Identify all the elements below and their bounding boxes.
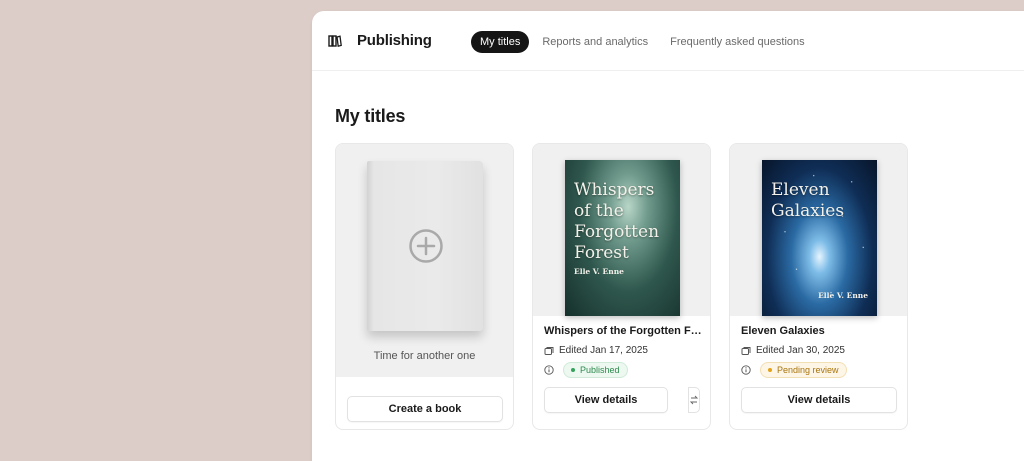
placeholder-book[interactable] xyxy=(367,161,483,331)
info-icon[interactable] xyxy=(544,365,554,375)
swap-icon xyxy=(690,395,698,405)
tab-my-titles[interactable]: My titles xyxy=(471,31,530,53)
book-cover[interactable]: Eleven Galaxies Elle V. Enne xyxy=(762,160,877,316)
card-cover-area: Eleven Galaxies Elle V. Enne xyxy=(730,144,907,316)
status-row: Published xyxy=(544,362,628,378)
book-card: Eleven Galaxies Elle V. Enne Eleven Gala… xyxy=(729,143,908,430)
status-dot xyxy=(571,368,575,372)
edit-history-icon xyxy=(741,346,751,355)
view-details-button[interactable]: View details xyxy=(741,387,897,413)
book-title: Whispers of the Forgotten Fo... xyxy=(544,325,702,337)
status-row: Pending review xyxy=(741,362,847,378)
cover-author: Elle V. Enne xyxy=(818,291,868,300)
status-label: Pending review xyxy=(777,365,839,375)
plus-circle-icon[interactable] xyxy=(408,228,444,264)
edited-row: Edited Jan 30, 2025 xyxy=(741,345,845,356)
book-cover[interactable]: Whispers of the Forgotten Forest Elle V.… xyxy=(565,160,680,316)
app-title: Publishing xyxy=(357,32,432,49)
edited-date: Edited Jan 17, 2025 xyxy=(559,345,648,356)
cover-title: Whispers of the Forgotten Forest xyxy=(574,180,660,263)
status-badge: Published xyxy=(563,362,628,378)
more-actions-button[interactable] xyxy=(688,387,700,413)
cover-author: Elle V. Enne xyxy=(574,267,624,276)
tab-reports-and-analytics[interactable]: Reports and analytics xyxy=(533,31,657,53)
app-window: Publishing My titles Reports and analyti… xyxy=(312,11,1024,461)
create-book-button[interactable]: Create a book xyxy=(347,396,503,422)
edit-history-icon xyxy=(544,346,554,355)
placeholder-caption: Time for another one xyxy=(373,350,476,362)
info-icon[interactable] xyxy=(741,365,751,375)
edited-date: Edited Jan 30, 2025 xyxy=(756,345,845,356)
top-bar: Publishing My titles Reports and analyti… xyxy=(312,11,1024,71)
book-card: Whispers of the Forgotten Forest Elle V.… xyxy=(532,143,711,430)
book-title: Eleven Galaxies xyxy=(741,325,825,337)
card-cover-area: Whispers of the Forgotten Forest Elle V.… xyxy=(533,144,710,316)
status-badge: Pending review xyxy=(760,362,847,378)
create-book-card: Time for another one Create a book xyxy=(335,143,514,430)
status-dot xyxy=(768,368,772,372)
tab-faq[interactable]: Frequently asked questions xyxy=(661,31,814,53)
nav-tabs: My titles Reports and analytics Frequent… xyxy=(471,31,818,53)
status-label: Published xyxy=(580,365,620,375)
view-details-button[interactable]: View details xyxy=(544,387,668,413)
card-preview-area: Time for another one xyxy=(336,144,513,377)
page-title: My titles xyxy=(335,106,406,126)
cover-title: Eleven Galaxies xyxy=(771,180,845,221)
edited-row: Edited Jan 17, 2025 xyxy=(544,345,648,356)
books-icon xyxy=(328,35,342,48)
